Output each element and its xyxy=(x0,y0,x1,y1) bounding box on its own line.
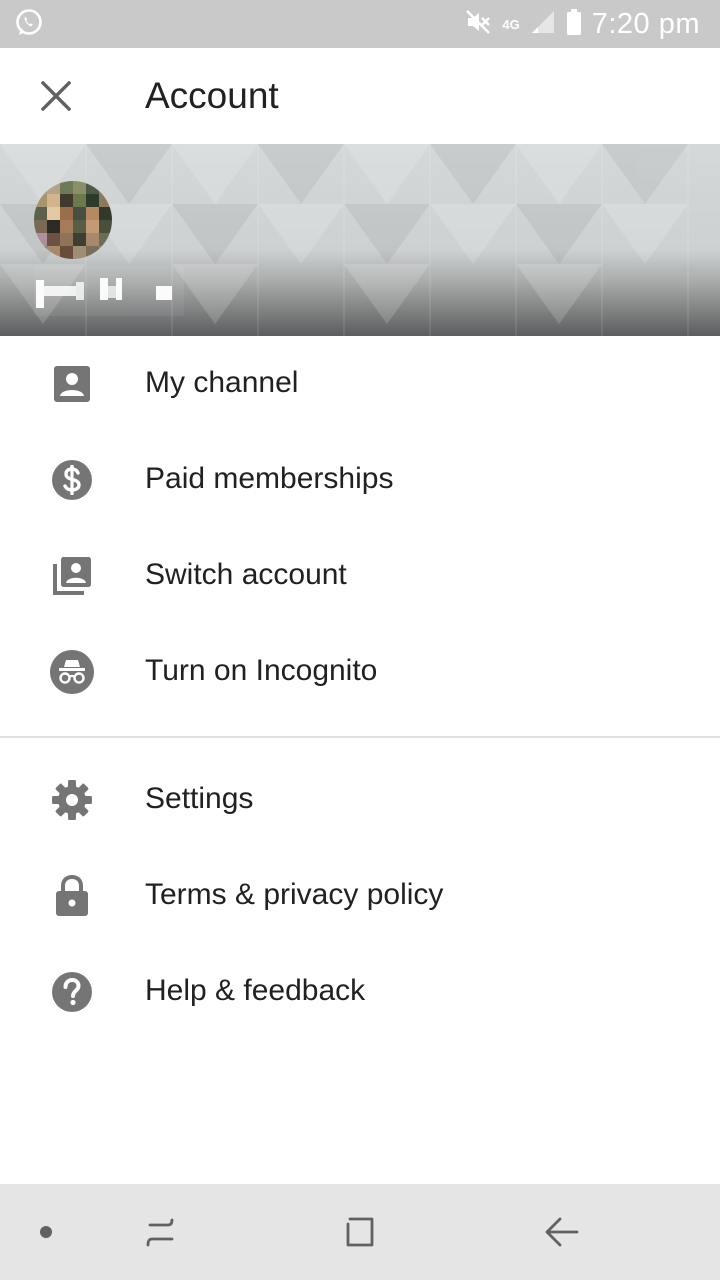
status-bar: 4G 7:20 pm xyxy=(0,0,720,48)
system-nav-bar xyxy=(0,1184,720,1280)
whatsapp-icon xyxy=(14,8,44,38)
home-icon xyxy=(346,1217,374,1247)
network-type: 4G xyxy=(502,16,520,32)
status-time: 7:20 pm xyxy=(591,7,700,40)
close-button[interactable] xyxy=(28,68,84,124)
menu-item-label: Turn on Incognito xyxy=(145,654,378,687)
account-name xyxy=(34,266,184,316)
signal-icon xyxy=(530,9,556,40)
page-title: Account xyxy=(145,75,279,116)
menu-item-incognito[interactable]: Turn on Incognito xyxy=(0,624,720,720)
close-icon xyxy=(41,81,71,111)
menu-item-help-feedback[interactable]: Help & feedback xyxy=(0,944,720,1040)
home-button[interactable] xyxy=(330,1202,390,1262)
back-button[interactable] xyxy=(532,1202,592,1262)
gear-icon xyxy=(48,776,96,824)
menu-item-settings[interactable]: Settings xyxy=(0,752,720,848)
lock-icon xyxy=(48,872,96,920)
avatar[interactable] xyxy=(34,181,112,259)
account-box-icon xyxy=(48,360,96,408)
account-menu-secondary: Settings Terms & privacy policy Help & f… xyxy=(0,752,720,1040)
account-menu: My channel Paid memberships Switch accou… xyxy=(0,336,720,720)
menu-item-label: Terms & privacy policy xyxy=(145,878,444,911)
dot-icon xyxy=(40,1226,52,1238)
battery-icon xyxy=(566,8,582,41)
menu-item-paid-memberships[interactable]: Paid memberships xyxy=(0,432,720,528)
help-icon xyxy=(48,968,96,1016)
menu-item-label: Settings xyxy=(145,782,254,815)
switch-account-icon xyxy=(48,552,96,600)
incognito-icon xyxy=(48,648,96,696)
menu-item-label: My channel xyxy=(145,366,299,399)
menu-item-my-channel[interactable]: My channel xyxy=(0,336,720,432)
menu-divider xyxy=(0,736,720,738)
menu-item-label: Switch account xyxy=(145,558,347,591)
menu-item-switch-account[interactable]: Switch account xyxy=(0,528,720,624)
menu-item-label: Help & feedback xyxy=(145,974,366,1007)
recent-apps-icon xyxy=(146,1218,174,1247)
recent-apps-button[interactable] xyxy=(130,1202,190,1262)
back-icon xyxy=(545,1217,579,1247)
account-banner xyxy=(0,144,720,336)
mute-icon xyxy=(464,8,492,41)
menu-item-terms-privacy[interactable]: Terms & privacy policy xyxy=(0,848,720,944)
app-bar: Account xyxy=(0,48,720,144)
dot-button[interactable] xyxy=(16,1202,76,1262)
menu-item-label: Paid memberships xyxy=(145,462,394,495)
dollar-circle-icon xyxy=(48,456,96,504)
